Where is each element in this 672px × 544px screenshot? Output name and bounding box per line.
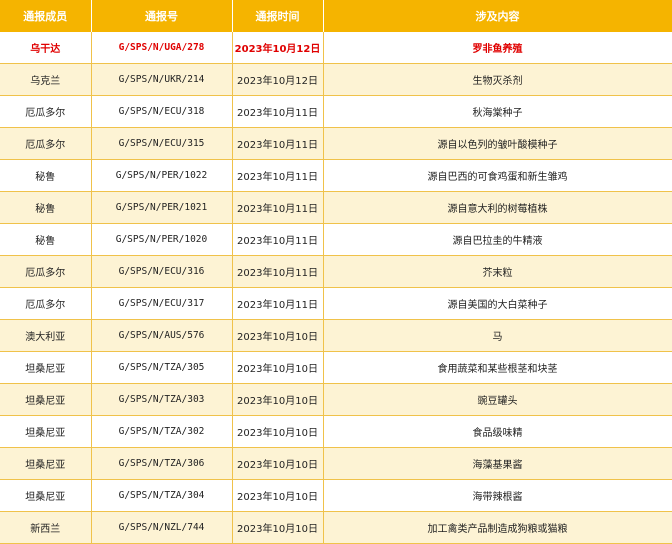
time-cell: 2023年10月11日 [232,159,324,192]
time-cell: 2023年10月10日 [232,383,324,416]
content-cell: 马 [323,319,672,352]
member-cell: 厄瓜多尔 [0,255,92,288]
number-cell: G/SPS/N/ECU/316 [91,255,233,288]
time-cell: 2023年10月12日 [232,32,324,64]
member-cell: 澳大利亚 [0,319,92,352]
member-cell: 秘鲁 [0,223,92,256]
table-row: 坦桑尼亚 G/SPS/N/TZA/303 2023年10月10日 豌豆罐头 [0,383,672,416]
notification-table: 通报成员 通报号 通报时间 涉及内容 乌干达 G/SPS/N/UGA/278 202… [0,0,672,544]
table-row: 秘鲁 G/SPS/N/PER/1020 2023年10月11日 源自巴拉圭的牛精液 [0,223,672,256]
table-row: 澳大利亚 G/SPS/N/AUS/576 2023年10月10日马 [0,319,672,352]
number-cell: G/SPS/N/TZA/306 [91,447,233,480]
number-cell: G/SPS/N/AUS/576 [91,319,233,352]
member-cell: 坦桑尼亚 [0,415,92,448]
table-row: 乌克兰 G/SPS/N/UKR/214 2023年10月12日 生物灭杀剂 [0,63,672,96]
content-cell: 源自巴西的可食鸡蛋和新生雏鸡 [323,159,672,192]
content-cell: 食用蔬菜和某些根茎和块茎 [323,351,672,384]
content-cell: 芥末粒 [323,255,672,288]
content-cell: 食品级味精 [323,415,672,448]
time-cell: 2023年10月10日 [232,351,324,384]
table-body: 乌干达 G/SPS/N/UGA/278 2023年10月12日 罗非鱼养殖 乌克兰 G/S… [0,32,672,544]
time-cell: 2023年10月10日 [232,479,324,512]
content-cell: 海藻基果酱 [323,447,672,480]
table-row: 坦桑尼亚 G/SPS/N/TZA/306 2023年10月10日 海藻基果酱 [0,447,672,480]
time-cell: 2023年10月10日 [232,415,324,448]
time-cell: 2023年10月10日 [232,511,324,544]
content-cell: 源自以色列的皱叶酸模种子 [323,127,672,160]
member-cell: 新西兰 [0,511,92,544]
content-cell: 海带辣根酱 [323,479,672,512]
number-cell: G/SPS/N/PER/1021 [91,191,233,224]
number-cell: G/SPS/N/TZA/305 [91,351,233,384]
header-time: 通报时间 [232,0,324,32]
time-cell: 2023年10月11日 [232,255,324,288]
header-content: 涉及内容 [323,0,672,32]
table-row: 乌干达 G/SPS/N/UGA/278 2023年10月12日 罗非鱼养殖 [0,32,672,64]
table-row: 坦桑尼亚 G/SPS/N/TZA/302 2023年10月10日 食品级味精 [0,415,672,448]
table-row: 厄瓜多尔 G/SPS/N/ECU/316 2023年10月11日 芥末粒 [0,255,672,288]
time-cell: 2023年10月11日 [232,191,324,224]
number-cell: G/SPS/N/ECU/318 [91,95,233,128]
time-cell: 2023年10月10日 [232,319,324,352]
table-row: 秘鲁 G/SPS/N/PER/1022 2023年10月11日 源自巴西的可食鸡蛋和新… [0,159,672,192]
content-cell: 加工禽类产品制造成狗粮或猫粮 [323,511,672,544]
content-cell: 源自巴拉圭的牛精液 [323,223,672,256]
member-cell: 厄瓜多尔 [0,127,92,160]
member-cell: 厄瓜多尔 [0,95,92,128]
time-cell: 2023年10月12日 [232,63,324,96]
content-cell: 秋海棠种子 [323,95,672,128]
table-row: 新西兰 G/SPS/N/NZL/744 2023年10月10日 加工禽类产品制造成狗粮… [0,511,672,544]
number-cell: G/SPS/N/TZA/303 [91,383,233,416]
content-cell: 源自意大利的树莓植株 [323,191,672,224]
time-cell: 2023年10月11日 [232,95,324,128]
content-cell: 豌豆罐头 [323,383,672,416]
number-cell: G/SPS/N/NZL/744 [91,511,233,544]
content-cell: 源自美国的大白菜种子 [323,287,672,320]
header-number: 通报号 [91,0,233,32]
header-row: 通报成员 通报号 通报时间 涉及内容 [0,0,672,32]
table-row: 厄瓜多尔 G/SPS/N/ECU/318 2023年10月11日 秋海棠种子 [0,95,672,128]
member-cell: 秘鲁 [0,191,92,224]
member-cell: 坦桑尼亚 [0,447,92,480]
table-row: 厄瓜多尔 G/SPS/N/ECU/317 2023年10月11日 源自美国的大白菜种子 [0,287,672,320]
number-cell: G/SPS/N/TZA/302 [91,415,233,448]
member-cell: 坦桑尼亚 [0,479,92,512]
content-cell: 生物灭杀剂 [323,63,672,96]
table-row: 厄瓜多尔 G/SPS/N/ECU/315 2023年10月11日 源自以色列的皱叶酸模… [0,127,672,160]
number-cell: G/SPS/N/ECU/315 [91,127,233,160]
member-cell: 厄瓜多尔 [0,287,92,320]
header-member: 通报成员 [0,0,92,32]
member-cell: 坦桑尼亚 [0,383,92,416]
table-header: 通报成员 通报号 通报时间 涉及内容 [0,0,672,32]
time-cell: 2023年10月11日 [232,127,324,160]
member-cell: 坦桑尼亚 [0,351,92,384]
member-cell: 乌克兰 [0,63,92,96]
table-row: 秘鲁 G/SPS/N/PER/1021 2023年10月11日 源自意大利的树莓植株 [0,191,672,224]
member-cell: 秘鲁 [0,159,92,192]
time-cell: 2023年10月11日 [232,287,324,320]
number-cell: G/SPS/N/UKR/214 [91,63,233,96]
number-cell: G/SPS/N/ECU/317 [91,287,233,320]
table-row: 坦桑尼亚 G/SPS/N/TZA/305 2023年10月10日 食用蔬菜和某些根茎和… [0,351,672,384]
number-cell: G/SPS/N/PER/1022 [91,159,233,192]
number-cell: G/SPS/N/TZA/304 [91,479,233,512]
time-cell: 2023年10月10日 [232,447,324,480]
table-row: 坦桑尼亚 G/SPS/N/TZA/304 2023年10月10日 海带辣根酱 [0,479,672,512]
number-cell: G/SPS/N/PER/1020 [91,223,233,256]
content-cell: 罗非鱼养殖 [323,32,672,64]
member-cell: 乌干达 [0,32,92,64]
time-cell: 2023年10月11日 [232,223,324,256]
number-cell: G/SPS/N/UGA/278 [91,32,233,64]
